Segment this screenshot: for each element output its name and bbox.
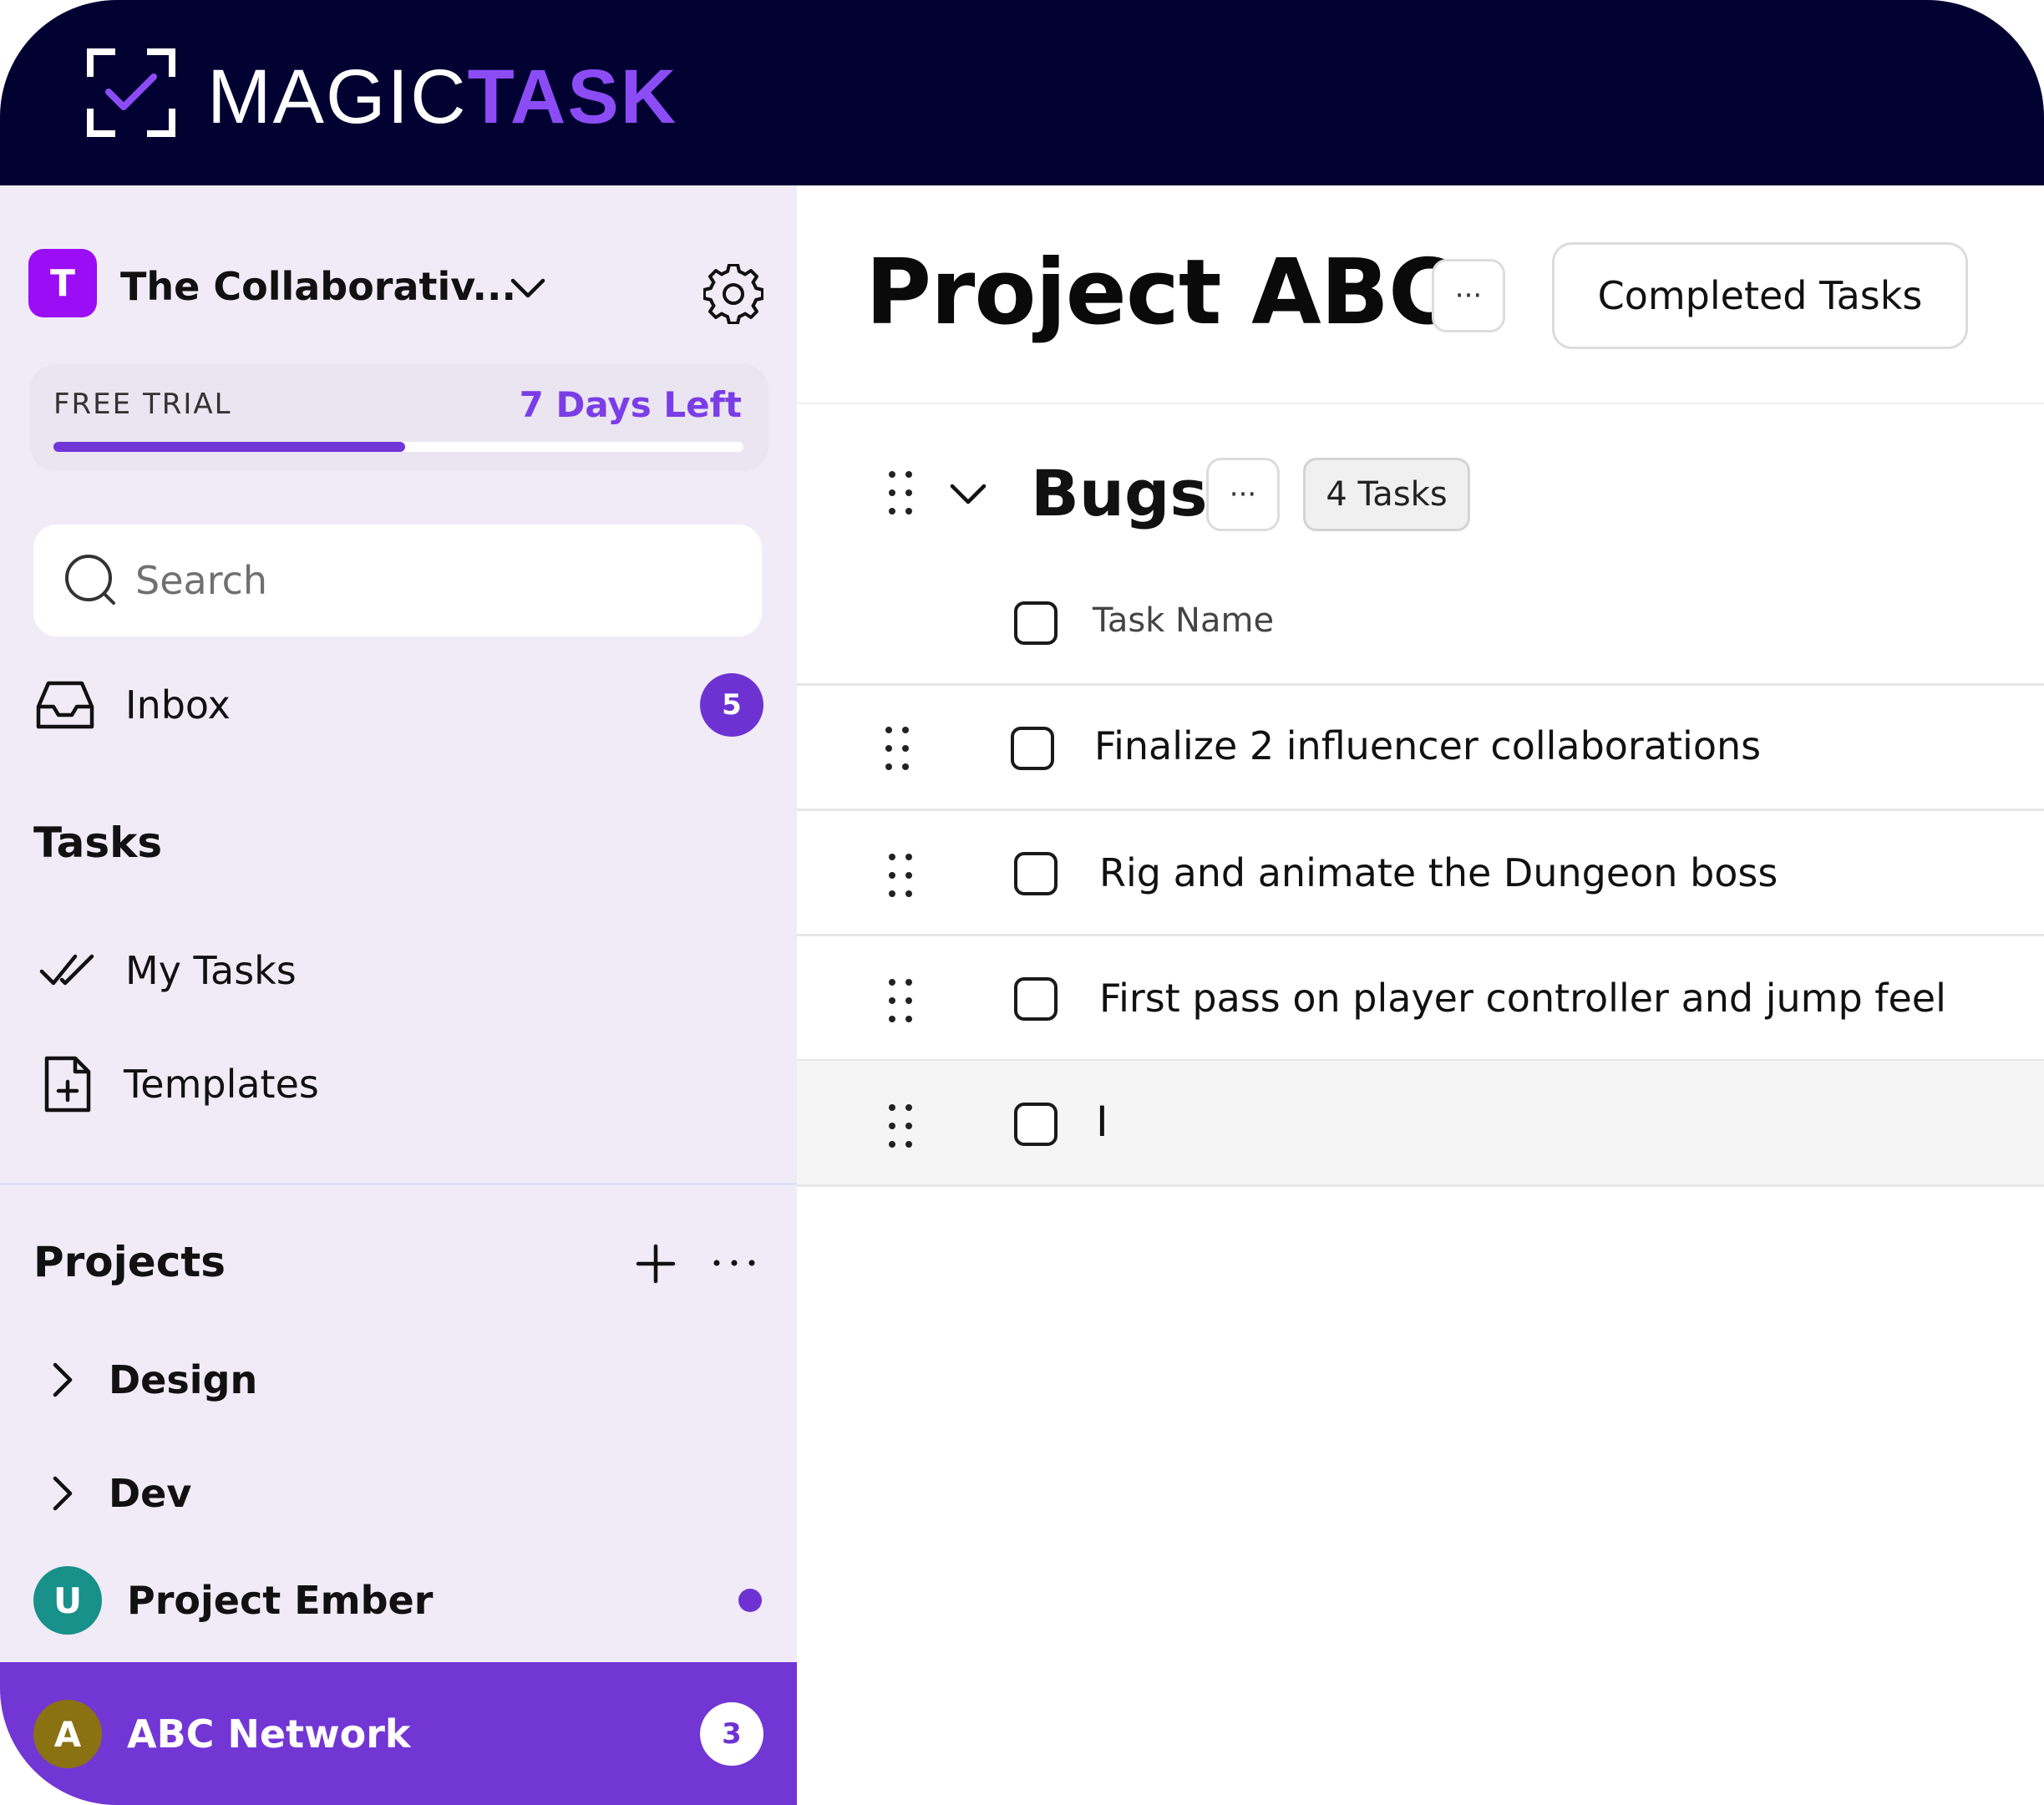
task-checkbox[interactable] — [1011, 727, 1054, 770]
sidebar-project-abc-network[interactable]: A ABC Network — [33, 1699, 768, 1769]
sidebar-divider — [0, 1183, 797, 1185]
unread-dot — [738, 1589, 762, 1612]
project-more-button[interactable]: ··· — [1432, 259, 1505, 332]
task-name[interactable]: Finalize 2 influencer collaborations — [1094, 723, 1761, 768]
drag-handle-icon[interactable] — [885, 469, 915, 516]
chevron-down-icon[interactable] — [508, 267, 548, 307]
group-title: Bugs — [1031, 456, 1208, 530]
project-avatar: U — [33, 1566, 102, 1635]
tasks-section-title: Tasks — [33, 819, 163, 867]
logo-wordmark: MAGICTASK — [207, 58, 677, 135]
new-task-input[interactable]: I — [1096, 1098, 1108, 1146]
group-more-button[interactable]: ··· — [1206, 458, 1280, 531]
trial-progress-bar — [53, 442, 743, 452]
folder-label-dev: Dev — [109, 1471, 192, 1516]
drag-handle-icon[interactable] — [882, 725, 912, 772]
double-check-icon — [39, 954, 94, 986]
folder-label-design: Design — [109, 1357, 258, 1402]
projects-more-icon[interactable] — [712, 1253, 757, 1273]
top-bar: MAGICTASK — [0, 0, 2044, 185]
search-icon — [65, 555, 115, 605]
task-name[interactable]: Rig and animate the Dungeon boss — [1099, 850, 1778, 895]
task-checkbox[interactable] — [1014, 1103, 1058, 1146]
sidebar-project-ember[interactable]: U Project Ember — [33, 1565, 768, 1635]
projects-section-title: Projects — [33, 1238, 226, 1286]
project-name-ember: Project Ember — [127, 1578, 434, 1623]
chevron-right-icon — [53, 1476, 73, 1511]
task-count-badge: 4 Tasks — [1303, 458, 1470, 531]
sidebar-folder-dev[interactable]: Dev — [47, 1458, 765, 1529]
logo-text-magic: MAGIC — [207, 54, 468, 139]
sidebar-item-templates[interactable]: Templates — [43, 1049, 762, 1119]
chevron-down-icon[interactable] — [949, 479, 987, 510]
project-avatar: A — [33, 1700, 102, 1768]
app-window: MAGICTASK T The Collaborativ... FREE TRI… — [0, 0, 2044, 1805]
workspace-name[interactable]: The Collaborativ... — [120, 264, 516, 309]
task-checkbox[interactable] — [1014, 977, 1058, 1021]
add-project-icon[interactable] — [635, 1243, 677, 1285]
chevron-right-icon — [53, 1362, 73, 1397]
sidebar-folder-design[interactable]: Design — [47, 1345, 765, 1415]
file-plus-icon — [44, 1056, 91, 1113]
task-checkbox[interactable] — [1014, 852, 1058, 895]
new-task-row[interactable] — [797, 1061, 2044, 1184]
trial-days-left[interactable]: 7 Days Left — [468, 384, 742, 425]
inbox-label: Inbox — [125, 682, 231, 728]
logo-text-task: TASK — [467, 54, 678, 139]
row-divider — [797, 683, 2044, 686]
drag-handle-icon[interactable] — [885, 977, 915, 1024]
inbox-count-badge: 5 — [700, 673, 763, 737]
row-divider — [797, 1184, 2044, 1187]
trial-label: FREE TRIAL — [53, 388, 232, 421]
sidebar-item-inbox[interactable]: Inbox — [33, 672, 768, 738]
task-name[interactable]: First pass on player controller and jump… — [1099, 976, 1946, 1021]
completed-tasks-button[interactable]: Completed Tasks — [1552, 242, 1968, 349]
gear-icon[interactable] — [703, 264, 763, 324]
project-count-badge: 3 — [700, 1702, 763, 1766]
inbox-icon — [36, 681, 94, 729]
select-all-checkbox[interactable] — [1014, 601, 1058, 645]
trial-progress-fill — [53, 442, 406, 452]
page-title: Project ABC — [865, 241, 1454, 345]
project-name-abc-network: ABC Network — [127, 1711, 411, 1757]
workspace-avatar[interactable]: T — [28, 249, 97, 317]
sidebar-item-my-tasks[interactable]: My Tasks — [38, 935, 757, 1006]
search-input[interactable] — [135, 551, 737, 610]
row-divider — [797, 934, 2044, 936]
drag-handle-icon[interactable] — [885, 1103, 915, 1149]
templates-label: Templates — [124, 1062, 319, 1107]
header-divider — [797, 403, 2044, 404]
my-tasks-label: My Tasks — [125, 948, 297, 993]
column-header-task-name[interactable]: Task Name — [1093, 601, 1274, 640]
drag-handle-icon[interactable] — [885, 852, 915, 899]
row-divider — [797, 809, 2044, 811]
logo-check-icon — [87, 48, 175, 137]
